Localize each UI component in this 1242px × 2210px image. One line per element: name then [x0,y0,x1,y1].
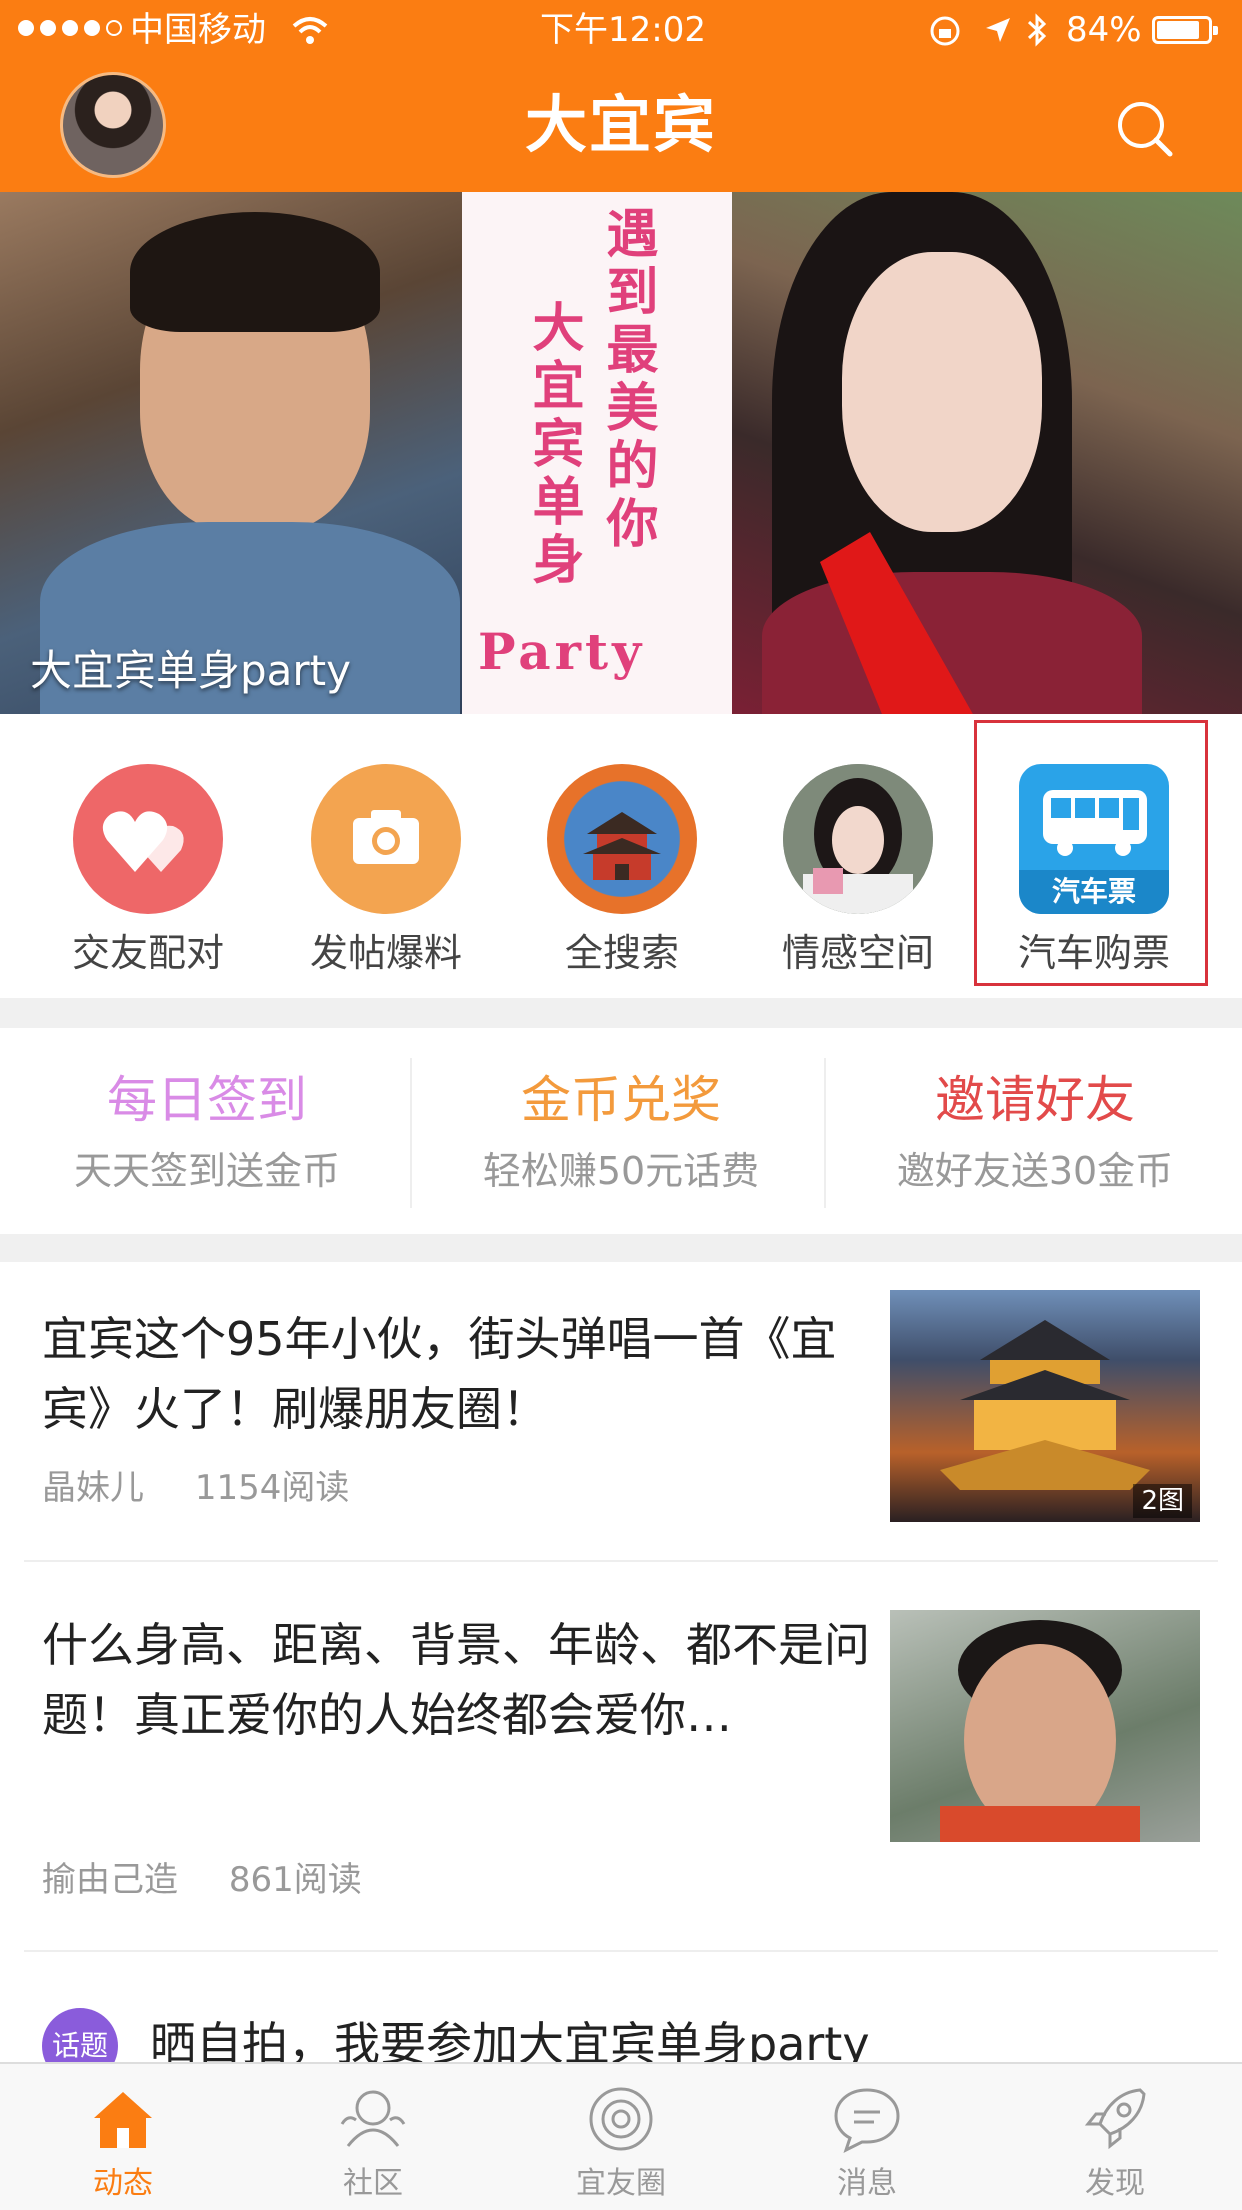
quick-item-emotion[interactable]: 情感空间 [758,764,958,984]
promo-subtitle: 轻松赚50元话费 [482,1149,760,1193]
article-title: 宜宾这个95年小伙，街头弹唱一首《宜宾》火了！刷爆朋友圈！ [42,1312,837,1436]
banner-line1: 遇到最美的你 [597,206,657,554]
article-reads: 861阅读 [228,1860,362,1900]
signal-strength-icon [18,20,122,36]
circle-icon [589,2087,653,2151]
tab-discover[interactable]: 发现 [1040,2084,1190,2204]
tab-messages[interactable]: 消息 [792,2084,942,2204]
quick-item-search-all[interactable]: 全搜索 [522,764,722,984]
feed-item[interactable]: 宜宾这个95年小伙，街头弹唱一首《宜宾》火了！刷爆朋友圈！ 晶妹儿 1154阅读… [0,1262,1242,1562]
heart-icon [73,764,223,914]
location-icon [986,18,1010,42]
carrier-label: 中国移动 [130,10,266,50]
battery-icon [1152,16,1218,44]
message-icon [834,2088,900,2153]
article-reads: 1154阅读 [194,1468,350,1508]
battery-percent: 84% [1066,10,1142,50]
promo-daily-checkin[interactable]: 每日签到 天天签到送金币 [0,1028,414,1234]
banner-photo-man [0,192,462,714]
quick-label: 情感空间 [781,931,934,975]
tab-friend-circle[interactable]: 宜友圈 [546,2084,696,2204]
tab-label: 宜友圈 [576,2166,666,2201]
divider [24,1950,1218,1952]
search-icon[interactable] [1114,98,1174,158]
article-thumbnail [890,1610,1200,1842]
status-bar: 中国移动 下午12:02 84% [0,0,1242,60]
rotation-lock-icon [930,16,960,46]
news-feed: 宜宾这个95年小伙，街头弹唱一首《宜宾》火了！刷爆朋友圈！ 晶妹儿 1154阅读… [0,1262,1242,2062]
bottom-tab-bar: 动态 社区 宜友圈 消息 发现 [0,2062,1242,2210]
annotation-arrow [820,532,973,714]
promo-row: 每日签到 天天签到送金币 金币兑奖 轻松赚50元话费 邀请好友 邀好友送30金币 [0,1028,1242,1234]
banner-caption: 大宜宾单身party [30,646,351,695]
annotation-highlight-box [974,720,1208,986]
divider [824,1058,826,1208]
article-meta: 晶妹儿 1154阅读 [42,1468,389,1508]
promo-title: 邀请好友 [935,1071,1135,1129]
divider [24,1560,1218,1562]
quick-label: 交友配对 [71,931,224,975]
divider [410,1058,412,1208]
topic-title[interactable]: 晒自拍，我要参加大宜宾单身party [150,2014,870,2062]
quick-item-post[interactable]: 发帖爆料 [286,764,486,984]
topic-tag: 话题 [42,2008,118,2062]
community-icon [340,2090,406,2147]
tab-community[interactable]: 社区 [298,2084,448,2204]
article-thumbnail: 2图 [890,1290,1200,1522]
tab-label: 消息 [837,2166,897,2201]
promo-subtitle: 邀好友送30金币 [896,1149,1174,1193]
clock: 下午12:02 [540,10,706,50]
app-title: 大宜宾 [524,88,717,161]
tab-label: 社区 [343,2166,403,2201]
app-header: 大宜宾 [0,60,1242,192]
article-title: 什么身高、距离、背景、年龄、都不是问题！真正爱你的人始终都会爱你… [42,1618,870,1742]
camera-icon [311,764,461,914]
tab-dynamics[interactable]: 动态 [48,2084,198,2204]
home-icon [94,2092,152,2148]
promo-title: 金币兑奖 [521,1071,721,1129]
article-author: 晶妹儿 [42,1468,144,1508]
wifi-icon [292,17,328,44]
rocket-icon [1084,2088,1146,2150]
tab-label: 动态 [93,2166,153,2201]
promo-banner[interactable]: 遇到最美的你 大宜宾单身 Party 大宜宾单身party [0,192,1242,714]
promo-coin-exchange[interactable]: 金币兑奖 轻松赚50元话费 [414,1028,828,1234]
quick-label: 全搜索 [564,931,679,975]
portrait-icon [783,764,933,914]
banner-line2: 大宜宾单身 [523,300,583,590]
tower-icon [547,764,697,914]
promo-title: 每日签到 [107,1071,307,1129]
quick-item-match[interactable]: 交友配对 [48,764,248,984]
promo-invite-friends[interactable]: 邀请好友 邀好友送30金币 [828,1028,1242,1234]
article-author: 揄由己造 [42,1860,178,1900]
image-count-badge: 2图 [1133,1484,1192,1518]
quick-label: 发帖爆料 [309,931,462,975]
article-meta: 揄由己造 861阅读 [42,1860,402,1900]
tab-label: 发现 [1085,2166,1145,2201]
bluetooth-icon [1027,13,1047,47]
feed-item[interactable]: 什么身高、距离、背景、年龄、都不是问题！真正爱你的人始终都会爱你… 揄由己造 8… [0,1564,1242,1954]
promo-subtitle: 天天签到送金币 [73,1149,340,1193]
banner-line3: Party [478,622,646,681]
